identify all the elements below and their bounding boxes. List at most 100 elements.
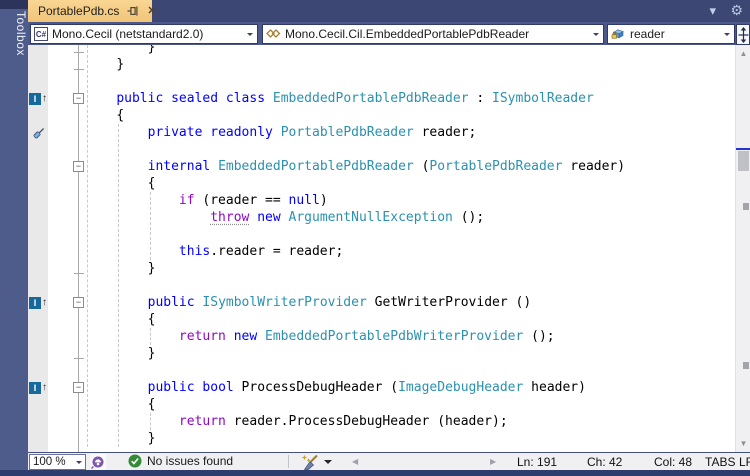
- code-line[interactable]: throw new ArgumentNullException ();: [85, 209, 733, 226]
- collapse-toggle[interactable]: −: [73, 93, 84, 104]
- code-line[interactable]: if (reader == null): [85, 192, 733, 209]
- indent-guide: [149, 192, 151, 260]
- scrollbar-up-icon[interactable]: ▲: [736, 49, 750, 58]
- project-dropdown-label: Mono.Cecil (netstandard2.0): [52, 27, 204, 41]
- vs-editor-window: Toolbox PortablePdb.cs ✕ ▾ ⚙ C# Mono.Cec…: [0, 0, 750, 476]
- dropdown-arrow-icon: [724, 33, 730, 39]
- zoom-selector[interactable]: 100 %: [29, 454, 86, 470]
- code-line[interactable]: }: [85, 260, 733, 277]
- code-line[interactable]: {: [85, 396, 733, 413]
- member-dropdown-label: reader: [630, 27, 665, 41]
- zoom-value: 100 %: [33, 456, 66, 468]
- chevron-down-icon[interactable]: ▾: [709, 3, 716, 19]
- code-line[interactable]: }: [85, 56, 733, 73]
- tab-title: PortablePdb.cs: [38, 4, 120, 18]
- outlining-scope-tick: [74, 358, 84, 359]
- indent-guide: [149, 413, 151, 430]
- implements-i-icon: I: [29, 92, 41, 105]
- status-line-number: Ln: 191: [517, 455, 558, 469]
- code-line[interactable]: this.reader = reader;: [85, 243, 733, 260]
- navigation-bar: C# Mono.Cecil (netstandard2.0) Mono.Ceci…: [28, 22, 750, 45]
- outlining-scope-tick: [74, 273, 84, 274]
- type-dropdown[interactable]: Mono.Cecil.Cil.EmbeddedPortablePdbReader: [262, 24, 604, 44]
- code-line[interactable]: {: [85, 175, 733, 192]
- split-window-button[interactable]: [736, 24, 750, 45]
- editor-surface[interactable]: } } public sealed class EmbeddedPortable…: [28, 45, 750, 452]
- implements-i-icon: I: [29, 296, 41, 309]
- code-line[interactable]: return reader.ProcessDebugHeader (header…: [85, 413, 733, 430]
- implements-glyph[interactable]: I ↑: [29, 92, 47, 105]
- up-arrow-icon: ↑: [42, 92, 47, 104]
- code-line[interactable]: public ISymbolWriterProvider GetWriterPr…: [85, 294, 733, 311]
- indent-guide: [149, 328, 151, 345]
- indent-guide: [87, 45, 88, 447]
- window-bottom-border: [0, 470, 750, 476]
- document-tab-bar: PortablePdb.cs ✕ ▾ ⚙: [28, 0, 750, 22]
- toolbox-corner: [0, 0, 28, 9]
- toolbox-panel-tab[interactable]: Toolbox: [0, 0, 28, 470]
- code-line[interactable]: }: [85, 45, 733, 56]
- code-line[interactable]: public bool ProcessDebugHeader (ImageDeb…: [85, 379, 733, 396]
- code-cleanup-dropdown-arrow[interactable]: [324, 460, 332, 468]
- document-health-indicator[interactable]: No issues found: [128, 454, 233, 468]
- code-line[interactable]: [85, 73, 733, 90]
- code-line[interactable]: }: [85, 345, 733, 362]
- scrollbar-thumb[interactable]: [738, 151, 749, 171]
- code-line[interactable]: {: [85, 311, 733, 328]
- scrollbar-annotation-marker: [743, 203, 749, 210]
- implements-i-icon: I: [29, 381, 41, 394]
- scrollbar-caret-marker: [736, 148, 750, 150]
- collapse-toggle[interactable]: −: [73, 297, 84, 308]
- scrollbar-down-icon[interactable]: ▼: [736, 439, 750, 448]
- code-line[interactable]: private readonly PortablePdbReader reade…: [85, 124, 733, 141]
- status-tabs-mode: TABS: [705, 455, 736, 469]
- code-line[interactable]: {: [85, 107, 733, 124]
- collapse-toggle[interactable]: −: [73, 161, 84, 172]
- editor-status-bar: 100 % No issues found ◀ ▶ Ln: 191 Ch: 42…: [28, 452, 750, 470]
- class-icon: [266, 29, 281, 38]
- collapse-toggle[interactable]: −: [73, 382, 84, 393]
- code-line[interactable]: [85, 226, 733, 243]
- close-icon[interactable]: ✕: [147, 5, 156, 17]
- dropdown-arrow-icon: [593, 33, 599, 39]
- code-line[interactable]: }: [85, 430, 733, 447]
- status-char-number: Ch: 42: [587, 455, 623, 469]
- up-arrow-icon: ↑: [42, 296, 47, 308]
- code-content[interactable]: } } public sealed class EmbeddedPortable…: [85, 45, 733, 447]
- dropdown-arrow-icon: [76, 460, 82, 467]
- implements-glyph[interactable]: I ↑: [29, 381, 47, 394]
- tab-portablepdb[interactable]: PortablePdb.cs ✕: [28, 0, 157, 22]
- code-line[interactable]: [85, 141, 733, 158]
- code-line[interactable]: public sealed class EmbeddedPortablePdbR…: [85, 90, 733, 107]
- health-status-text: No issues found: [147, 454, 234, 468]
- split-window-icon: [738, 26, 748, 43]
- scrollbar-annotation-marker: [743, 362, 749, 369]
- up-arrow-icon: ↑: [42, 381, 47, 393]
- indent-guide: [118, 124, 120, 447]
- dropdown-arrow-icon: [247, 33, 253, 39]
- status-column-number: Col: 48: [654, 455, 693, 469]
- code-line[interactable]: internal EmbeddedPortablePdbReader (Port…: [85, 158, 733, 175]
- toolbox-label: Toolbox: [14, 11, 28, 56]
- status-line-ending: LF: [739, 455, 750, 469]
- code-line[interactable]: [85, 277, 733, 294]
- pin-icon[interactable]: [127, 5, 139, 17]
- quick-action-screwdriver-icon[interactable]: [32, 125, 47, 145]
- hscroll-right-icon[interactable]: ▶: [490, 457, 496, 466]
- code-line[interactable]: [85, 362, 733, 379]
- gear-icon[interactable]: ⚙: [730, 2, 743, 19]
- implements-glyph[interactable]: I ↑: [29, 296, 47, 309]
- project-dropdown[interactable]: C# Mono.Cecil (netstandard2.0): [30, 24, 258, 44]
- check-circle-icon: [128, 454, 142, 468]
- member-dropdown[interactable]: reader: [607, 24, 735, 44]
- separator: [288, 455, 289, 468]
- vertical-scrollbar[interactable]: ▲ ▼: [735, 45, 750, 452]
- csharp-project-icon: C#: [34, 27, 48, 41]
- outlining-scope-tick: [74, 52, 84, 53]
- private-field-icon: [611, 29, 624, 39]
- code-line[interactable]: return new EmbeddedPortablePdbWriterProv…: [85, 328, 733, 345]
- outlining-scope-tick: [74, 69, 84, 70]
- type-dropdown-label: Mono.Cecil.Cil.EmbeddedPortablePdbReader: [285, 27, 530, 41]
- hscroll-left-icon[interactable]: ◀: [352, 457, 358, 466]
- svg-text:C#: C#: [36, 30, 47, 39]
